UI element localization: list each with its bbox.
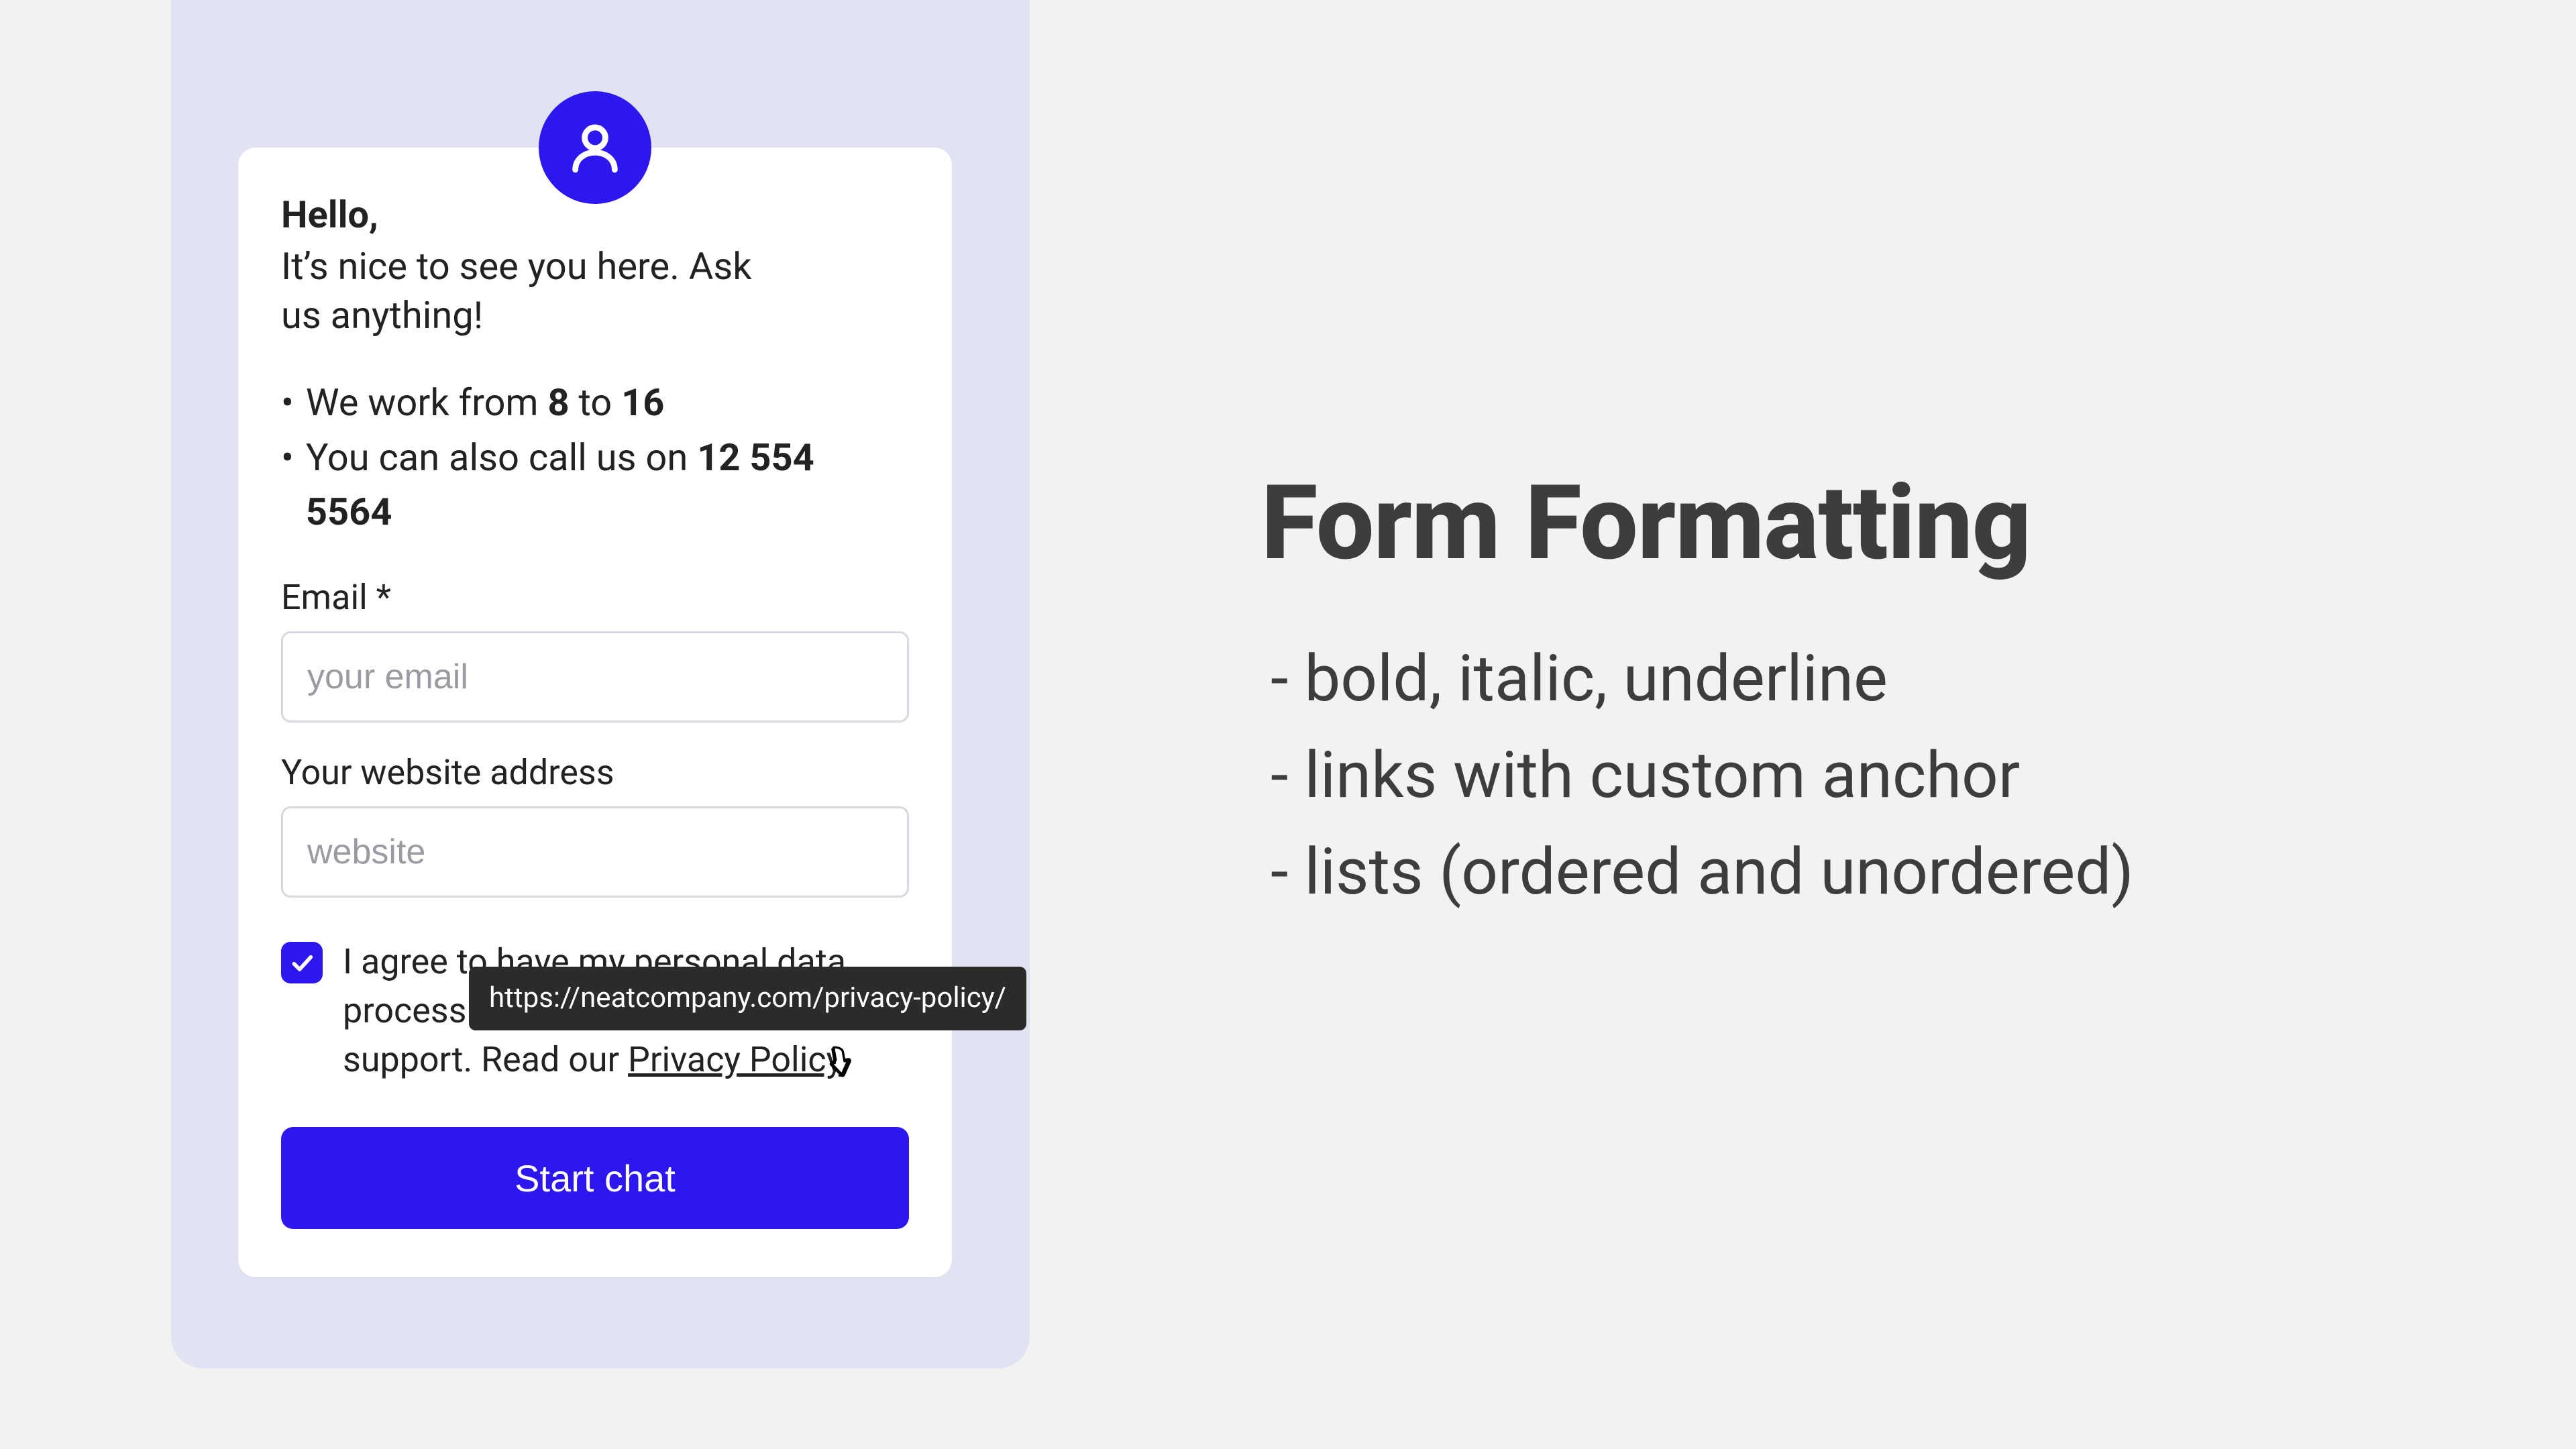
email-label: Email * bbox=[281, 577, 909, 618]
feature-item: - lists (ordered and unordered) bbox=[1271, 824, 2134, 920]
consent-row: I agree to have my personal data process… bbox=[281, 938, 909, 1084]
bullet-icon: • bbox=[281, 376, 294, 430]
page-headline: Form Formatting bbox=[1261, 462, 2031, 584]
list-item: • You can also call us on 12 554 5564 bbox=[281, 431, 909, 539]
chat-widget: Hello, It’s nice to see you here. Ask us… bbox=[238, 148, 952, 1277]
consent-checkbox[interactable] bbox=[281, 942, 323, 983]
info-hours-mid: to bbox=[570, 380, 622, 425]
info-hours-text: We work from 8 to 16 bbox=[306, 376, 664, 430]
start-chat-button[interactable]: Start chat bbox=[281, 1127, 909, 1229]
bullet-icon: • bbox=[281, 431, 294, 539]
privacy-policy-link[interactable]: Privacy Policy bbox=[628, 1039, 843, 1080]
info-hours-prefix: We work from bbox=[306, 380, 548, 425]
consent-line2: process bbox=[343, 990, 466, 1031]
website-input[interactable] bbox=[281, 806, 909, 898]
email-input[interactable] bbox=[281, 631, 909, 722]
link-tooltip: https://neatcompany.com/privacy-policy/ bbox=[469, 967, 1026, 1030]
check-icon bbox=[288, 949, 315, 976]
feature-list: - bold, italic, underline - links with c… bbox=[1271, 631, 2134, 920]
greeting-block: Hello, It’s nice to see you here. Ask us… bbox=[281, 191, 909, 339]
user-icon bbox=[566, 118, 625, 177]
feature-item: - bold, italic, underline bbox=[1271, 631, 2134, 727]
website-label: Your website address bbox=[281, 752, 909, 793]
info-phone-text: You can also call us on 12 554 5564 bbox=[306, 431, 909, 539]
info-phone-prefix: You can also call us on bbox=[306, 435, 697, 480]
avatar bbox=[539, 91, 651, 204]
greeting-subtitle: It’s nice to see you here. Ask us anythi… bbox=[281, 242, 791, 340]
info-list: • We work from 8 to 16 • You can also ca… bbox=[281, 376, 909, 539]
feature-item: - links with custom anchor bbox=[1271, 727, 2134, 824]
website-field-group: Your website address bbox=[281, 752, 909, 898]
info-hours-start: 8 bbox=[547, 380, 569, 425]
list-item: • We work from 8 to 16 bbox=[281, 376, 909, 430]
info-hours-end: 16 bbox=[621, 380, 664, 425]
device-panel: Hello, It’s nice to see you here. Ask us… bbox=[171, 0, 1030, 1368]
consent-line3-prefix: support. Read our bbox=[343, 1039, 628, 1080]
email-field-group: Email * bbox=[281, 577, 909, 722]
